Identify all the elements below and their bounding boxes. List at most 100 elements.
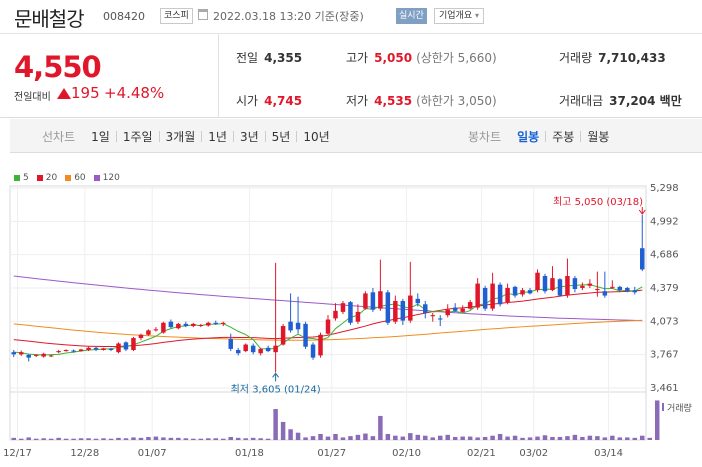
- candle-body: [467, 302, 473, 309]
- volume-bar: [243, 438, 248, 440]
- tab-monthly[interactable]: 월봉: [581, 128, 615, 145]
- change-percent: +4.48%: [104, 84, 165, 102]
- volume-bar: [490, 435, 495, 440]
- volume-bar: [580, 436, 585, 440]
- amount-value: 37,204 백만: [609, 94, 682, 108]
- volume-bar: [198, 438, 204, 440]
- volume-bar: [437, 435, 443, 440]
- candle-body: [176, 323, 181, 329]
- candle-body: [228, 339, 233, 349]
- volume-bar: [610, 435, 615, 440]
- volume-bar: [123, 438, 129, 440]
- volume-bar: [475, 437, 480, 440]
- candle-body: [146, 330, 151, 335]
- volume-bar: [482, 436, 488, 440]
- volume-bar: [288, 429, 293, 440]
- tab-10y[interactable]: 10년: [297, 128, 335, 145]
- candle-body: [527, 290, 533, 294]
- candle-body: [48, 355, 54, 357]
- volume-bar: [26, 437, 31, 440]
- tab-3y[interactable]: 3년: [234, 128, 265, 145]
- candle-body: [520, 290, 525, 295]
- candle-body: [632, 290, 638, 293]
- volume-value: 7,710,433: [598, 51, 666, 65]
- volume-bar: [505, 436, 510, 440]
- amount-label: 거래대금: [559, 94, 604, 108]
- x-tick-label: 12/28: [70, 448, 99, 459]
- volume-bar: [400, 436, 406, 440]
- volume-bar: [71, 438, 76, 440]
- market-badge: 코스피: [160, 8, 193, 24]
- prev-close-label: 전일: [236, 51, 259, 65]
- tab-5y[interactable]: 5년: [266, 128, 297, 145]
- header-bar: 문배철강 008420 코스피 2022.03.18 13:20 기준(장중) …: [0, 0, 702, 34]
- stock-chart: 5,298 4,992 4,686 4,379 4,073 3,767 3,461 12/17…: [3, 183, 692, 459]
- volume-bar: [258, 438, 263, 440]
- volume-bar: [393, 435, 398, 440]
- change-amount: 195: [71, 84, 100, 102]
- tab-1w[interactable]: 1주일: [117, 128, 159, 145]
- low-price: 저가 4,535 (하한가 3,050): [346, 92, 497, 109]
- volume-bar: [520, 437, 525, 440]
- tab-weekly[interactable]: 주봉: [546, 128, 580, 145]
- low-label: 저가: [346, 94, 369, 108]
- open-price: 시가 4,745: [236, 92, 302, 109]
- live-button[interactable]: 실시간: [396, 8, 427, 24]
- x-tick-label: 02/10: [392, 448, 421, 459]
- candle-body: [340, 303, 346, 312]
- tab-1y[interactable]: 1년: [202, 128, 233, 145]
- stock-code: 008420: [103, 10, 145, 23]
- volume-bar: [632, 437, 638, 440]
- volume-bar: [146, 436, 151, 440]
- high-price: 고가 5,050 (상한가 5,660): [346, 49, 497, 66]
- line-chart-tabs: 선차트 1일 1주일 3개월 1년 3년 5년 10년: [36, 128, 336, 145]
- candle-body: [33, 354, 39, 356]
- candle-body: [617, 286, 623, 291]
- volume-bar: [318, 433, 323, 440]
- volume-bar: [18, 438, 24, 440]
- volume-bar: [138, 437, 144, 440]
- volume-bar: [235, 437, 241, 440]
- candle-body: [63, 350, 69, 352]
- candle-body: [580, 285, 585, 288]
- volume-label: 거래량: [559, 51, 593, 65]
- candle-body: [198, 324, 204, 327]
- volume-bar: [640, 435, 645, 440]
- volume-bar: [378, 415, 383, 440]
- volume-bar: [295, 432, 301, 440]
- lower-limit: (하한가 3,050): [416, 94, 497, 108]
- volume-bar: [116, 437, 121, 440]
- volume-bar: [572, 434, 578, 440]
- candle-body: [565, 275, 570, 296]
- volume-bar: [602, 437, 608, 440]
- volume-bar: [108, 438, 114, 440]
- candle-body: [512, 286, 518, 296]
- volume-bar: [452, 436, 458, 440]
- candle-body: [587, 283, 593, 286]
- x-tick-label: 02/21: [467, 448, 496, 459]
- current-price: 4,550: [14, 50, 102, 84]
- y-tick-label: 3,461: [650, 383, 679, 394]
- tab-3m[interactable]: 3개월: [160, 128, 202, 145]
- x-tick-label: 01/27: [317, 448, 346, 459]
- candle-body: [221, 322, 226, 324]
- volume-bar: [168, 437, 174, 440]
- tab-daily[interactable]: 일봉: [511, 128, 545, 145]
- company-overview-dropdown[interactable]: 기업개요 ▾: [434, 8, 485, 24]
- tab-1d[interactable]: 1일: [85, 128, 116, 145]
- volume-bar: [423, 435, 428, 440]
- volume-bar: [497, 433, 503, 440]
- candle-body: [445, 309, 450, 316]
- volume-bar: [221, 438, 226, 440]
- candle-body: [610, 286, 615, 288]
- volume-bar: [333, 433, 338, 440]
- volume-bar: [385, 433, 391, 440]
- volume-legend-swatch: [662, 403, 664, 411]
- candle-chart-tabs: 봉차트 일봉 주봉 월봉: [462, 128, 615, 145]
- candle-body: [138, 334, 144, 339]
- high-annotation: 최고 5,050 (03/18): [553, 196, 643, 208]
- candle-body: [78, 349, 84, 352]
- candle-body: [318, 334, 323, 356]
- candle-body: [168, 321, 174, 328]
- x-tick-label: 03/14: [594, 448, 623, 459]
